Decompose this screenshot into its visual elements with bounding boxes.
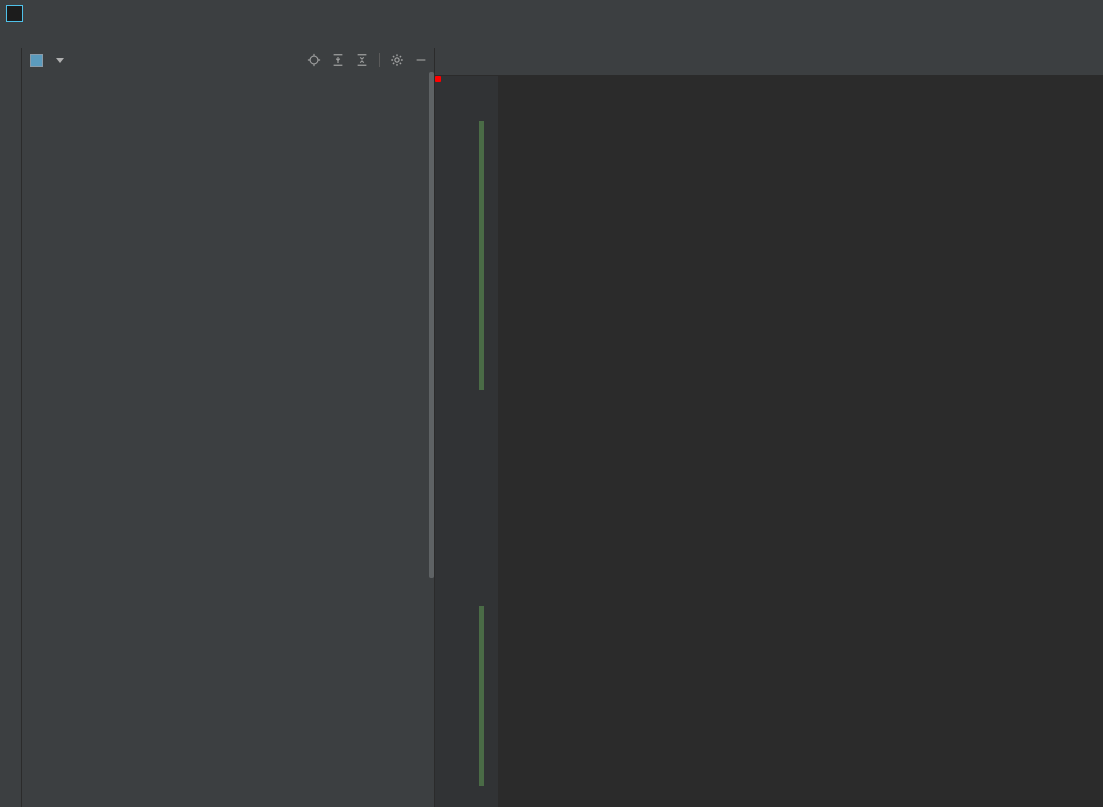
settings-gear-icon[interactable] [390, 53, 404, 67]
editor-tab-bar[interactable] [435, 48, 1103, 76]
vcs-change-marker[interactable] [479, 121, 484, 390]
editor-area [435, 48, 1103, 807]
breadcrumb[interactable] [0, 26, 1103, 48]
tool-window-strip [0, 48, 22, 807]
toolbar-divider [379, 53, 380, 67]
webstorm-logo-icon [6, 4, 23, 22]
collapse-all-icon[interactable] [355, 53, 369, 67]
locate-target-icon[interactable] [307, 53, 321, 67]
vcs-change-marker[interactable] [479, 606, 484, 786]
main-body [0, 48, 1103, 807]
project-panel-header [22, 48, 434, 72]
title-bar [0, 0, 1103, 26]
code-editor[interactable] [435, 76, 1103, 807]
project-tool-window [22, 48, 435, 807]
code-text-area[interactable] [498, 76, 1103, 807]
chevron-down-icon[interactable] [56, 57, 64, 63]
project-panel-toolbar [307, 53, 428, 67]
project-view-icon [30, 53, 43, 67]
project-file-tree[interactable] [22, 72, 434, 807]
expand-all-icon[interactable] [331, 53, 345, 67]
minimize-icon[interactable] [414, 53, 428, 67]
project-tree-scrollbar[interactable] [429, 72, 434, 578]
line-number-gutter[interactable] [435, 76, 498, 807]
